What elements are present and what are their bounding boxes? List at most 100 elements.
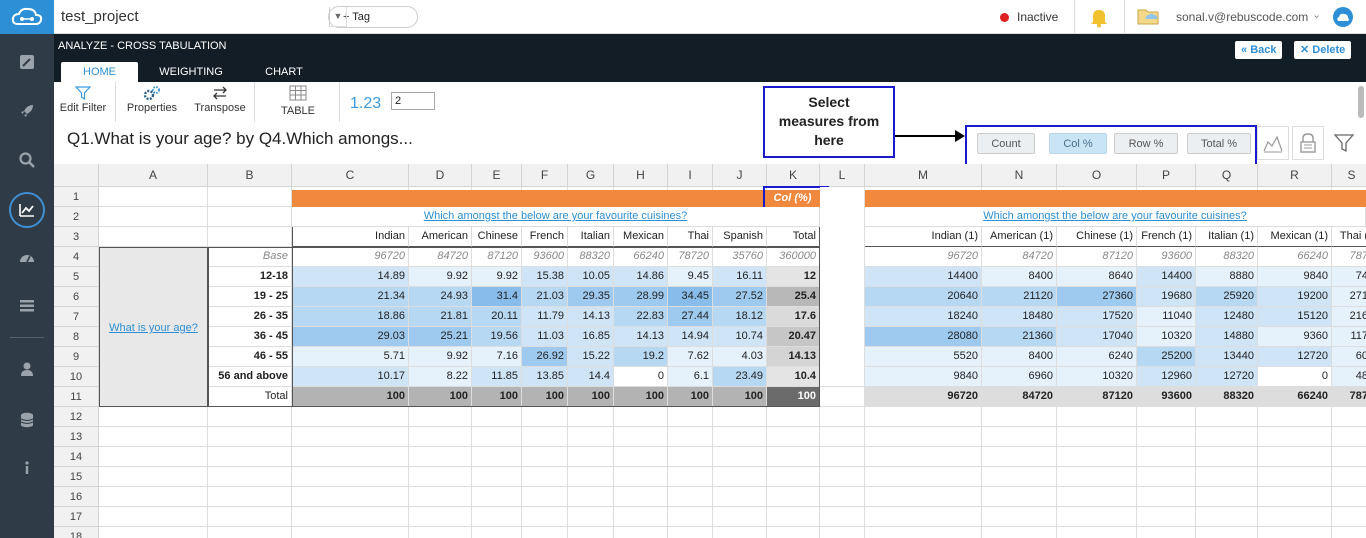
grid-cell xyxy=(1332,407,1366,427)
row-number[interactable]: 7 xyxy=(54,307,99,327)
table-cell: 25920 xyxy=(1196,287,1258,307)
grid-cell xyxy=(1258,527,1332,538)
row-number[interactable]: 11 xyxy=(54,387,99,407)
grid-cell xyxy=(522,427,568,447)
transpose-button[interactable]: Transpose xyxy=(191,84,249,114)
grid-cell xyxy=(409,407,472,427)
grid-cell xyxy=(99,527,208,538)
grid-cell xyxy=(820,527,865,538)
count-button[interactable]: Count xyxy=(977,133,1035,154)
grid-cell xyxy=(614,527,668,538)
tab-home[interactable]: HOME xyxy=(61,62,138,82)
table-button[interactable]: TABLE xyxy=(273,84,323,117)
scrollbar[interactable] xyxy=(1358,86,1364,118)
grid-cell xyxy=(522,407,568,427)
row-number[interactable]: 18 xyxy=(54,527,99,538)
grid-cell xyxy=(767,407,820,427)
grid-cell xyxy=(1258,407,1332,427)
grid-cell xyxy=(982,447,1057,467)
total-percent-button[interactable]: Total % xyxy=(1187,133,1251,154)
row-number[interactable]: 9 xyxy=(54,347,99,367)
grid-cell xyxy=(1196,407,1258,427)
grid-cell xyxy=(1196,427,1258,447)
column-header: K xyxy=(767,164,820,187)
grid-cell xyxy=(1137,487,1196,507)
database-icon[interactable] xyxy=(0,400,54,440)
grid-cell xyxy=(982,527,1057,538)
grid-cell xyxy=(1332,507,1366,527)
app-logo[interactable] xyxy=(0,0,54,34)
lock-icon[interactable] xyxy=(1292,126,1324,160)
info-icon[interactable] xyxy=(0,448,54,488)
edit-filter-button[interactable]: Edit Filter xyxy=(58,84,108,114)
table-cell: 216 xyxy=(1332,307,1366,327)
rocket-icon[interactable] xyxy=(0,91,54,131)
grid-cell xyxy=(614,427,668,447)
row-number[interactable]: 10 xyxy=(54,367,99,387)
chart-icon[interactable] xyxy=(1257,126,1289,160)
row-number[interactable]: 12 xyxy=(54,407,99,427)
row-number[interactable]: 16 xyxy=(54,487,99,507)
column-header: S xyxy=(1332,164,1366,187)
cloud-avatar-icon[interactable] xyxy=(1332,6,1354,31)
bell-icon[interactable] xyxy=(1088,6,1110,31)
row-number[interactable]: 6 xyxy=(54,287,99,307)
row-number[interactable]: 8 xyxy=(54,327,99,347)
table-cell: 60 xyxy=(1332,347,1366,367)
grid-cell xyxy=(865,507,982,527)
grid-cell xyxy=(522,487,568,507)
table-header-band xyxy=(292,190,820,207)
user-icon[interactable] xyxy=(0,349,54,389)
user-menu-chevron-icon[interactable]: ⌄ xyxy=(1312,8,1321,21)
grid-cell xyxy=(820,447,865,467)
row-number[interactable]: 4 xyxy=(54,247,99,267)
grid-cell xyxy=(292,487,409,507)
row-number[interactable]: 15 xyxy=(54,467,99,487)
delete-button[interactable]: ✕ Delete xyxy=(1294,41,1352,59)
table-cell: 20640 xyxy=(865,287,982,307)
grid-cell xyxy=(1057,467,1137,487)
row-percent-button[interactable]: Row % xyxy=(1114,133,1178,154)
edit-icon[interactable] xyxy=(0,42,54,82)
filter-icon[interactable] xyxy=(1328,126,1360,160)
table-cell: 88320 xyxy=(1196,387,1258,407)
column-header: M xyxy=(865,164,982,187)
tab-weighting[interactable]: WEIGHTING xyxy=(152,62,230,82)
status-indicator[interactable]: Inactive xyxy=(1000,10,1058,24)
grid-cell xyxy=(713,527,767,538)
table-cell: 19680 xyxy=(1137,287,1196,307)
properties-button[interactable]: Properties xyxy=(123,84,181,114)
tag-dropdown[interactable]: + Tag ▼ xyxy=(328,6,418,28)
row-number[interactable]: 5 xyxy=(54,267,99,287)
folder-cloud-icon[interactable] xyxy=(1136,5,1162,30)
base-value: 96720 xyxy=(865,247,982,267)
analyze-icon[interactable] xyxy=(0,188,54,232)
search-icon[interactable] xyxy=(0,140,54,180)
back-button[interactable]: « Back xyxy=(1235,41,1283,59)
list-icon[interactable] xyxy=(0,286,54,326)
grid-cell xyxy=(865,427,982,447)
row-number[interactable]: 17 xyxy=(54,507,99,527)
tab-chart[interactable]: CHART xyxy=(254,62,314,82)
decimal-places-input[interactable]: 2 xyxy=(391,92,435,110)
row-number[interactable]: 3 xyxy=(54,227,99,247)
grid-cell xyxy=(208,467,292,487)
grid-cell xyxy=(208,447,292,467)
table-cell: 271 xyxy=(1332,287,1366,307)
row-number[interactable]: 14 xyxy=(54,447,99,467)
status-text: Inactive xyxy=(1017,10,1059,24)
chevron-down-icon[interactable]: ▼ xyxy=(329,7,347,27)
user-email[interactable]: sonal.v@rebuscode.com xyxy=(1176,10,1308,24)
base-value: 787 xyxy=(1332,247,1366,267)
grid-cell xyxy=(568,487,614,507)
grid-cell xyxy=(820,387,865,407)
edit-filter-label: Edit Filter xyxy=(59,102,107,114)
grid-cell xyxy=(1332,427,1366,447)
toolbar: Edit Filter Properties Transpose TABLE 1… xyxy=(54,82,1366,122)
row-number[interactable]: 2 xyxy=(54,207,99,227)
col-percent-button[interactable]: Col % xyxy=(1049,133,1107,154)
grid-cell xyxy=(767,487,820,507)
dashboard-icon[interactable] xyxy=(0,238,54,278)
row-number[interactable]: 13 xyxy=(54,427,99,447)
row-number[interactable]: 1 xyxy=(54,187,99,207)
